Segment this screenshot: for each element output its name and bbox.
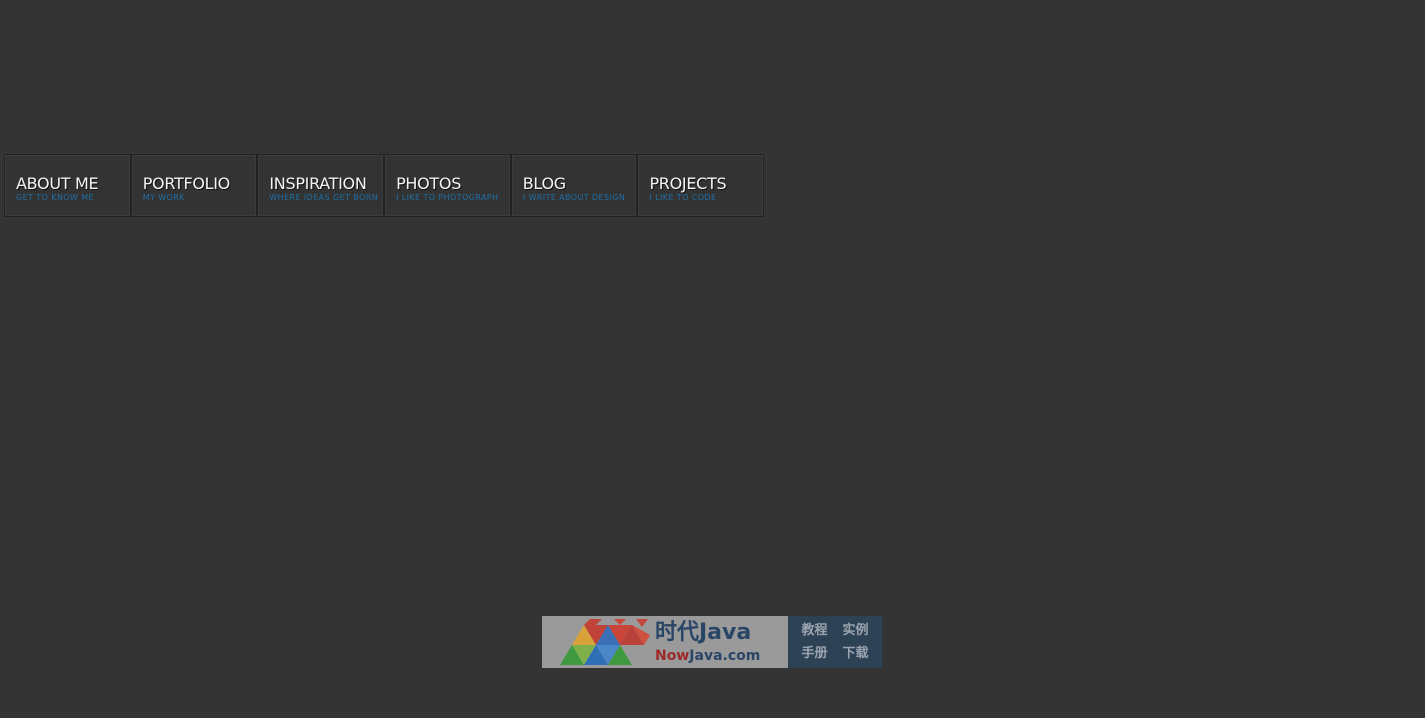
brand-domain-rest: Java.com	[689, 648, 761, 664]
banner-link-downloads[interactable]: 下载	[842, 646, 868, 662]
nav-item-subtitle: I LIKE TO CODE	[649, 193, 717, 202]
brand-title: 时代Java	[655, 620, 752, 645]
brand-domain-now: Now	[655, 648, 690, 664]
brand-domain: NowJava.com	[655, 647, 760, 665]
main-nav: ABOUT ME GET TO KNOW ME PORTFOLIO MY WOR…	[4, 154, 765, 217]
nav-item-about-me[interactable]: ABOUT ME GET TO KNOW ME	[4, 154, 131, 217]
banner-link-tutorials[interactable]: 教程	[801, 623, 827, 639]
nav-item-title: PHOTOS	[396, 174, 462, 193]
nav-item-subtitle: I LIKE TO PHOTOGRAPH	[396, 193, 499, 202]
nav-item-inspiration[interactable]: INSPIRATION WHERE IDEAS GET BORN	[257, 154, 385, 217]
banner-link-manuals[interactable]: 手册	[801, 646, 827, 662]
nav-item-subtitle: WHERE IDEAS GET BORN	[269, 193, 379, 202]
nav-item-subtitle: MY WORK	[142, 193, 185, 202]
banner-brand-area[interactable]: 时代Java NowJava.com	[542, 616, 788, 668]
nav-item-photos[interactable]: PHOTOS I LIKE TO PHOTOGRAPH	[384, 154, 511, 217]
nav-item-title: INSPIRATION	[269, 174, 367, 193]
nav-item-subtitle: I WRITE ABOUT DESIGN	[522, 193, 626, 202]
triangle-logo-icon	[560, 619, 650, 665]
nav-item-title: BLOG	[522, 174, 566, 193]
banner-links: 教程 实例 手册 下载	[788, 616, 882, 668]
nowjava-banner[interactable]: 时代Java NowJava.com 教程 实例 手册 下载	[542, 616, 882, 668]
banner-link-examples[interactable]: 实例	[842, 623, 868, 639]
nav-item-title: PROJECTS	[649, 174, 727, 193]
nav-item-subtitle: GET TO KNOW ME	[16, 193, 94, 202]
page: ABOUT ME GET TO KNOW ME PORTFOLIO MY WOR…	[0, 0, 1425, 718]
nav-item-portfolio[interactable]: PORTFOLIO MY WORK	[130, 154, 258, 217]
nav-item-projects[interactable]: PROJECTS I LIKE TO CODE	[637, 154, 765, 217]
nav-item-title: PORTFOLIO	[142, 174, 231, 193]
nav-item-title: ABOUT ME	[16, 174, 99, 193]
nav-item-blog[interactable]: BLOG I WRITE ABOUT DESIGN	[510, 154, 638, 217]
